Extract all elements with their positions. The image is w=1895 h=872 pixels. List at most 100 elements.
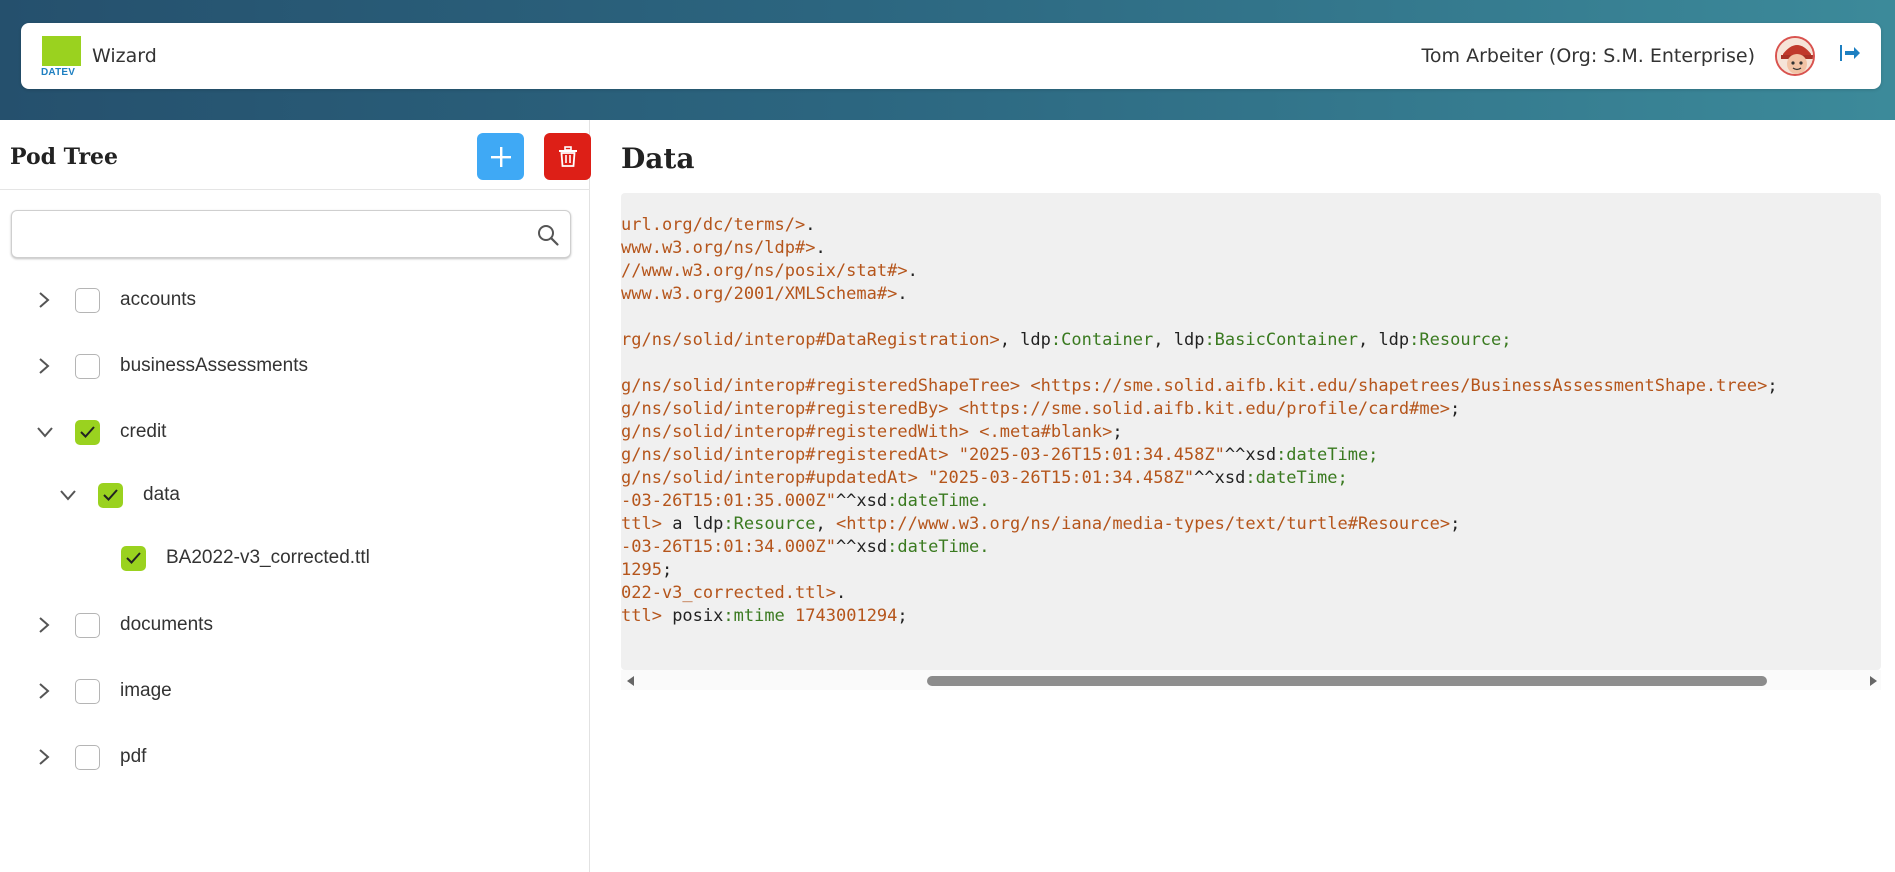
tree-item-label: credit [120,421,167,442]
code-token: :Resource; [1409,330,1512,350]
scrollbar-thumb[interactable] [927,676,1767,686]
datev-logo[interactable]: DATEV [41,36,83,78]
code-token: 1743001294 [795,606,898,626]
tree-item-label: accounts [120,289,197,310]
pod-tree-sidebar: Pod Tree accounts businessAssessments cr… [0,120,591,872]
search-field[interactable] [11,210,571,258]
code-token: 1295 [621,560,662,580]
code-token: . [815,238,826,258]
code-token: :dateTime; [1245,468,1348,488]
code-line: www.w3.org/2001/XMLSchema#>. [621,283,1778,306]
app-name[interactable]: Wizard [92,45,157,67]
page-title: Data [621,142,695,175]
code-token: g/ns/solid/interop#registeredAt> [621,445,949,465]
logout-arrow-icon[interactable] [1839,43,1861,69]
code-token: ^^xsd [835,491,888,511]
code-token: :Container [1050,330,1154,350]
turtle-code-viewer[interactable]: url.org/dc/terms/>. www.w3.org/ns/ldp#>. /… [621,193,1881,670]
code-token: . [907,261,918,281]
tree-item-file[interactable]: BA2022-v3_corrected.ttl [0,538,580,578]
tree-item-credit[interactable]: credit [0,412,580,452]
code-line: rg/ns/solid/interop#DataRegistration>, l… [621,329,1778,352]
code-line: //www.w3.org/ns/posix/stat#>. [621,260,1778,283]
scroll-left-arrow-icon[interactable] [625,675,635,687]
logo-wordmark: DATEV [41,67,76,78]
tree-checkbox-checked[interactable] [121,545,146,571]
code-token: ^^xsd [1194,468,1246,488]
chevron-right-icon[interactable] [34,747,54,767]
tree-checkbox[interactable] [75,744,100,770]
tree-item-documents[interactable]: documents [0,605,580,645]
code-token: . [805,215,816,235]
scrollbar-track[interactable] [646,676,1846,686]
code-token: :dateTime. [887,537,990,557]
code-token: :dateTime. [887,491,990,511]
trash-icon [558,145,577,167]
chevron-down-icon[interactable] [58,485,78,505]
avatar[interactable] [1775,36,1815,76]
tree-item-label: image [120,680,172,701]
code-token: www.w3.org/2001/XMLSchema#> [621,284,898,304]
chevron-right-icon[interactable] [34,615,54,635]
code-line: g/ns/solid/interop#registeredAt> "2025-0… [621,444,1778,467]
logo-square-icon [42,36,81,66]
code-token: ; [897,606,908,626]
tree-item-label: documents [120,614,213,635]
code-line: g/ns/solid/interop#updatedAt> "2025-03-2… [621,467,1778,490]
top-navbar: DATEV Wizard Tom Arbeiter (Org: S.M. Ent… [21,23,1881,89]
tree-checkbox[interactable] [75,612,100,638]
chevron-right-icon[interactable] [34,681,54,701]
code-token: rg/ns/solid/interop#DataRegistration> [621,330,1000,350]
chevron-down-icon[interactable] [35,422,55,442]
tree-item-accounts[interactable]: accounts [0,280,580,320]
code-token: 022-v3_corrected.ttl> [621,583,836,603]
checkmark-icon [103,488,118,501]
tree-checkbox[interactable] [75,678,100,704]
code-token: //www.w3.org/ns/posix/stat#> [621,261,908,281]
code-token: url.org/dc/terms/> [621,215,806,235]
code-line: ttl> a ldp:Resource, <http://www.w3.org/… [621,513,1778,536]
code-token: <https://sme.solid.aifb.kit.edu/shapetre… [1030,376,1768,396]
code-token: :BasicContainer [1204,330,1358,350]
tree-checkbox-checked[interactable] [75,419,100,445]
tree-item-pdf[interactable]: pdf [0,737,580,777]
code-token: ; [1767,376,1778,396]
code-content: url.org/dc/terms/>. www.w3.org/ns/ldp#>. /… [621,214,1778,628]
tree-item-data[interactable]: data [0,475,580,515]
code-line: 022-v3_corrected.ttl>. [621,582,1778,605]
tree-item-image[interactable]: image [0,671,580,711]
code-line: url.org/dc/terms/>. [621,214,1778,237]
code-line: g/ns/solid/interop#registeredShapeTree> … [621,375,1778,398]
chevron-right-icon[interactable] [34,290,54,310]
tree-checkbox[interactable] [75,353,100,379]
tree-item-businessassessments[interactable]: businessAssessments [0,346,580,386]
sidebar-title: Pod Tree [10,144,119,170]
search-icon[interactable] [536,223,560,247]
code-token: g/ns/solid/interop#registeredBy> [621,399,949,419]
code-token: ; [1112,422,1123,442]
code-token: g/ns/solid/interop#registeredWith> [621,422,969,442]
checkmark-icon [80,425,95,438]
chevron-right-icon[interactable] [34,356,54,376]
add-button[interactable] [477,133,524,180]
code-token: :Resource [723,514,816,534]
code-token: , ldp [999,330,1051,350]
delete-button[interactable] [544,133,591,180]
tree-checkbox-checked[interactable] [98,482,123,508]
search-input[interactable] [12,211,512,257]
code-token: g/ns/solid/interop#updatedAt> [621,468,918,488]
horizontal-scrollbar[interactable] [621,670,1881,690]
tree-item-label: data [143,484,180,505]
code-token: g/ns/solid/interop#registeredShapeTree> [621,376,1021,396]
code-token: posix [661,606,724,626]
scroll-right-arrow-icon[interactable] [1869,675,1879,687]
tree-checkbox[interactable] [75,287,100,313]
code-line: ttl> posix:mtime 1743001294; [621,605,1778,628]
code-token: , ldp [1153,330,1205,350]
